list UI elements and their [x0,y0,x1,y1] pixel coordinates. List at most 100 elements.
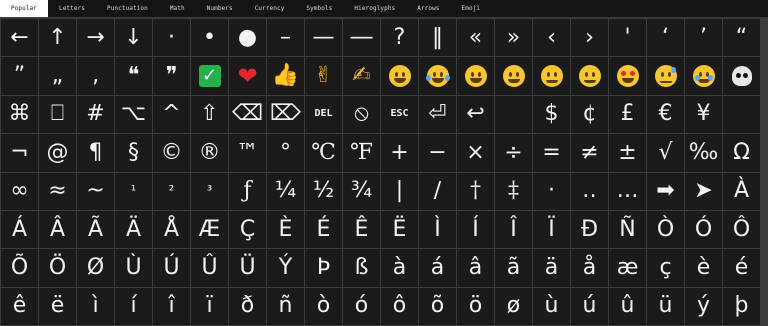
char-cell[interactable]: ’ [685,19,722,57]
char-cell[interactable]: ↩ [457,95,494,134]
char-cell[interactable]: Þ [305,249,342,287]
char-cell[interactable]: ⏎ [419,95,456,134]
char-cell[interactable]: ~ [77,172,114,210]
char-cell[interactable]: â [457,249,494,287]
char-cell[interactable]: ⇧ [191,95,228,134]
char-cell-blush-face[interactable] [571,57,608,95]
char-cell[interactable]: Ü [229,249,266,287]
char-cell[interactable]: ð [229,287,266,326]
char-cell[interactable]: ↑ [39,19,76,57]
char-cell[interactable]: √ [647,134,684,172]
char-cell[interactable]: ú [571,287,608,326]
tab-numbers[interactable]: Numbers [196,0,244,17]
char-cell[interactable]: ù [533,287,570,326]
char-cell[interactable]: „ [39,57,76,95]
char-cell[interactable]: ⦸ [343,95,380,134]
char-cell[interactable]: ❝ [115,57,152,95]
char-cell[interactable]: å [571,249,608,287]
char-cell[interactable]: Û [191,249,228,287]
char-cell-victory-hand[interactable]: ✌ [305,57,342,95]
char-cell[interactable]: ã [495,249,532,287]
char-cell[interactable]: Æ [191,210,228,249]
char-cell[interactable]: Ó [685,210,722,249]
char-cell[interactable]: Ë [381,210,418,249]
char-cell-check[interactable]: ✓ [191,57,228,95]
char-cell[interactable]: $ [533,95,570,134]
char-cell[interactable]: « [457,19,494,57]
char-cell[interactable]: û [609,287,646,326]
char-cell[interactable]: ‚ [77,57,114,95]
tab-math[interactable]: Math [159,0,196,17]
char-cell[interactable]: ‘ [647,19,684,57]
char-cell[interactable]: ¹ [115,172,152,210]
char-cell[interactable]: È [267,210,304,249]
char-cell[interactable]: ‖ [419,19,456,57]
char-cell[interactable]: ^ [153,95,190,134]
char-cell[interactable]: ? [381,19,418,57]
char-cell[interactable]: ∞ [1,172,38,210]
char-cell[interactable]: è [685,249,722,287]
char-cell[interactable]: — [305,19,342,57]
char-cell[interactable]: ì [77,287,114,326]
char-cell[interactable]: “ [723,19,760,57]
char-cell[interactable]: ― [343,19,380,57]
char-cell[interactable]: Å [153,210,190,249]
char-cell[interactable]: Ò [647,210,684,249]
char-cell[interactable]: + [381,134,418,172]
char-cell[interactable]: × [457,134,494,172]
char-cell[interactable]: ö [457,287,494,326]
char-cell[interactable]: ô [381,287,418,326]
char-cell-writing-hand[interactable]: ✍ [343,57,380,95]
char-cell[interactable]: ñ [267,287,304,326]
char-cell[interactable]: Ö [39,249,76,287]
tab-arrows[interactable]: Arrows [406,0,450,17]
char-cell[interactable]: à [381,249,418,287]
char-cell[interactable]: € [647,95,684,134]
char-cell[interactable]: ê [1,287,38,326]
char-cell[interactable]: › [571,19,608,57]
char-cell[interactable] [495,95,532,134]
char-cell[interactable]: » [495,19,532,57]
char-cell-joy-face[interactable] [419,57,456,95]
char-cell[interactable]: # [77,95,114,134]
char-cell[interactable]: | [381,172,418,210]
char-cell[interactable]: ° [267,134,304,172]
char-cell[interactable]: ÷ [495,134,532,172]
char-cell-sweat-face[interactable] [647,57,684,95]
char-cell[interactable]: À [723,172,760,210]
char-cell[interactable]: = [533,134,570,172]
char-cell[interactable]: ∕ [419,172,456,210]
tab-letters[interactable]: Letters [48,0,96,17]
char-cell[interactable]: · [153,19,190,57]
char-cell[interactable]: ³ [191,172,228,210]
char-cell[interactable]: ï [191,287,228,326]
char-cell[interactable]: → [77,19,114,57]
char-cell[interactable]: ➡ [647,172,684,210]
char-cell[interactable]: ä [533,249,570,287]
char-cell[interactable]: ❞ [153,57,190,95]
char-cell-grin-face[interactable] [495,57,532,95]
char-cell-crying-face[interactable] [685,57,722,95]
char-cell[interactable]: î [153,287,190,326]
char-cell[interactable]: ç [647,249,684,287]
tab-symbols[interactable]: Symbols [295,0,343,17]
char-cell[interactable]: ‰ [685,134,722,172]
char-cell[interactable]: ≠ [571,134,608,172]
char-cell[interactable]: Ã [77,210,114,249]
char-cell[interactable]: − [419,134,456,172]
char-cell[interactable]: ≈ [39,172,76,210]
char-cell[interactable]: ⌘ [1,95,38,134]
char-cell[interactable]: ¥ [685,95,722,134]
char-cell-smiley-face[interactable] [457,57,494,95]
char-cell-thumbs-up[interactable]: 👍 [267,57,304,95]
char-cell[interactable]: þ [723,287,760,326]
char-cell[interactable]: Ú [153,249,190,287]
char-cell[interactable]: – [267,19,304,57]
tab-currency[interactable]: Currency [244,0,296,17]
char-cell[interactable]: á [419,249,456,287]
char-cell[interactable]: ™ [229,134,266,172]
char-cell[interactable]: Ñ [609,210,646,249]
char-cell-heart-eyes-face[interactable] [609,57,646,95]
char-cell[interactable]: Ì [419,210,456,249]
char-cell[interactable]: ℃ [305,134,342,172]
